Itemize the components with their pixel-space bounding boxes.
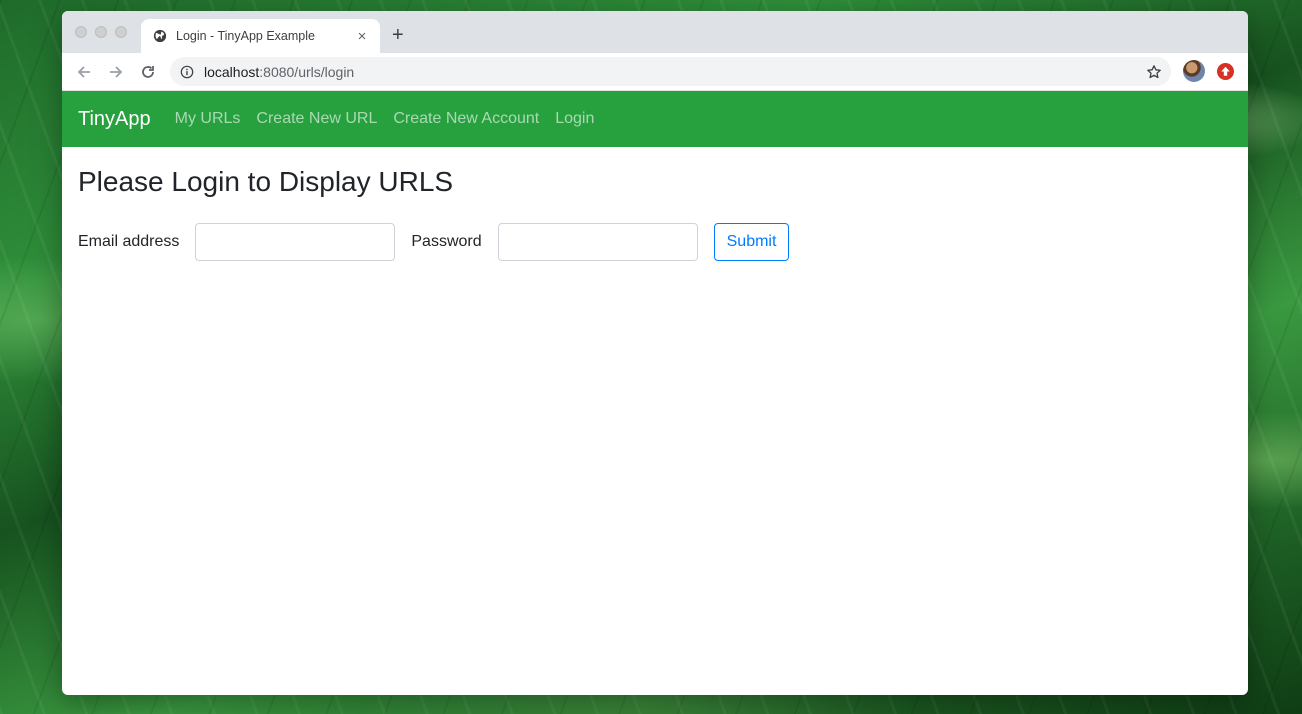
info-icon[interactable] [180, 65, 194, 79]
window-controls [75, 26, 127, 38]
address-bar[interactable]: localhost:8080/urls/login [170, 57, 1171, 86]
arrow-right-icon [110, 66, 123, 78]
main-content: Please Login to Display URLS Email addre… [62, 147, 1248, 277]
page-title: Please Login to Display URLS [78, 166, 454, 197]
tab-title: Login - TinyApp Example [176, 29, 315, 43]
nav-link-login[interactable]: Login [555, 110, 594, 128]
close-tab-icon[interactable]: × [354, 28, 370, 45]
email-field[interactable] [195, 223, 396, 261]
address-url[interactable]: localhost:8080/urls/login [204, 64, 1146, 80]
reload-icon [142, 66, 154, 78]
password-field[interactable] [497, 223, 698, 261]
globe-icon [153, 29, 167, 43]
browser-window: Login - TinyApp Example × + localhost:80… [62, 11, 1248, 695]
browser-toolbar: localhost:8080/urls/login [62, 53, 1248, 91]
back-button[interactable] [74, 62, 94, 82]
email-label: Email address [78, 233, 180, 250]
nav-link-create-new-account[interactable]: Create New Account [393, 110, 539, 128]
arrow-left-icon [77, 66, 90, 78]
minimize-window-button[interactable] [95, 26, 107, 38]
nav-link-create-new-url[interactable]: Create New URL [256, 110, 377, 128]
maximize-window-button[interactable] [115, 26, 127, 38]
login-form: Email address Password Submit [78, 223, 1232, 261]
address-host: localhost [204, 63, 260, 80]
submit-button[interactable]: Submit [713, 223, 790, 261]
password-label: Password [411, 233, 482, 250]
nav-link-my-urls[interactable]: My URLs [175, 110, 241, 128]
star-icon[interactable] [1146, 64, 1162, 80]
address-path: :8080/urls/login [259, 63, 355, 80]
close-window-button[interactable] [75, 26, 87, 38]
tab-login[interactable]: Login - TinyApp Example × [141, 19, 380, 53]
tab-strip: Login - TinyApp Example × + [62, 11, 1248, 53]
brand-link[interactable]: TinyApp [78, 108, 151, 131]
new-tab-button[interactable]: + [392, 24, 404, 46]
reload-button[interactable] [138, 62, 158, 82]
app-navbar: TinyApp My URLs Create New URL Create Ne… [62, 91, 1248, 147]
extension-icon[interactable] [1217, 63, 1234, 80]
forward-button[interactable] [106, 62, 126, 82]
avatar[interactable] [1183, 60, 1205, 82]
